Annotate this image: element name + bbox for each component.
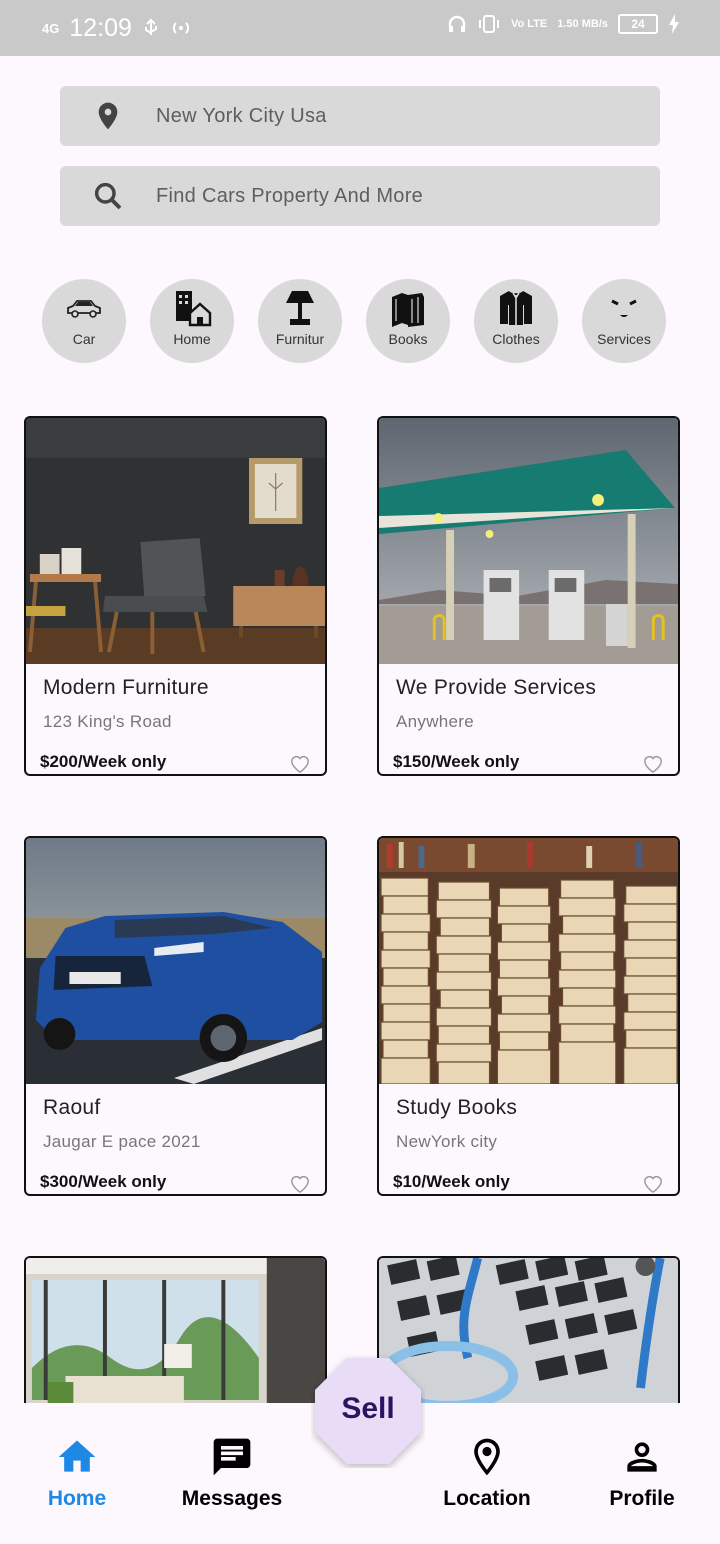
headphones-icon xyxy=(448,15,466,32)
heart-icon[interactable] xyxy=(642,1174,664,1194)
hotspot-icon xyxy=(172,22,189,34)
sell-button[interactable]: Sell xyxy=(311,1354,425,1468)
status-time: 12:09 xyxy=(69,14,132,42)
books-icon xyxy=(392,293,424,327)
listing-subtitle: 123 King's Road xyxy=(43,712,172,731)
category-label: Clothes xyxy=(492,331,540,347)
location-pin-icon xyxy=(98,102,118,130)
lamp-icon xyxy=(286,291,314,325)
location-field[interactable]: New York City Usa xyxy=(60,86,660,146)
listing-card[interactable]: Study Books NewYork city $10/Week only xyxy=(377,836,680,1196)
listing-card[interactable]: Raouf Jaugar E pace 2021 $300/Week only xyxy=(24,836,327,1196)
furniture-photo xyxy=(26,418,325,664)
listing-title: Modern Furniture xyxy=(43,676,209,699)
heart-icon[interactable] xyxy=(289,1174,311,1194)
charging-icon xyxy=(669,14,679,34)
category-furniture[interactable]: Furnitur xyxy=(258,279,342,363)
signal-indicator: 4G xyxy=(42,20,60,36)
category-label: Car xyxy=(72,331,96,347)
battery-indicator: 24 xyxy=(618,14,658,34)
heart-icon[interactable] xyxy=(289,754,311,774)
network-speed: 1.50 MB/s xyxy=(557,18,608,30)
books-stack-photo xyxy=(379,838,678,1084)
home-icon xyxy=(58,1440,96,1472)
sell-label: Sell xyxy=(341,1392,395,1425)
search-placeholder: Find Cars Property And More xyxy=(156,185,424,207)
nav-home[interactable]: Home xyxy=(7,1435,147,1511)
nav-profile[interactable]: Profile xyxy=(572,1435,712,1511)
network-type: Vo LTE xyxy=(510,18,548,30)
usb-icon xyxy=(144,18,157,35)
listing-title: We Provide Services xyxy=(396,676,597,699)
nav-label: Home xyxy=(47,1487,107,1510)
category-clothes[interactable]: Clothes xyxy=(474,279,558,363)
nav-label: Profile xyxy=(609,1487,675,1510)
heart-icon[interactable] xyxy=(642,754,664,774)
nav-label: Location xyxy=(443,1487,531,1510)
category-label: Furnitur xyxy=(275,331,325,347)
category-label: Home xyxy=(173,331,211,347)
search-icon xyxy=(94,182,122,210)
location-pin-icon xyxy=(474,1438,500,1476)
listing-title: Raouf xyxy=(43,1096,101,1119)
category-car[interactable]: Car xyxy=(42,279,126,363)
listing-price: $200/Week only xyxy=(40,752,167,771)
category-label: Books xyxy=(388,331,428,347)
listing-subtitle: NewYork city xyxy=(396,1132,498,1151)
status-bar: 4G 12:09 Vo LTE 1.50 MB/s 24 xyxy=(0,0,720,56)
vibrate-icon xyxy=(478,15,499,33)
listing-price: $10/Week only xyxy=(393,1172,510,1191)
listing-price: $300/Week only xyxy=(40,1172,167,1191)
category-books[interactable]: Books xyxy=(366,279,450,363)
nav-location[interactable]: Location xyxy=(417,1435,557,1511)
jacket-icon xyxy=(500,291,532,325)
category-label: Services xyxy=(597,331,651,347)
listing-card[interactable]: We Provide Services Anywhere $150/Week o… xyxy=(377,416,680,776)
services-icon xyxy=(611,299,637,317)
car-icon xyxy=(67,300,101,318)
listing-card[interactable]: Modern Furniture 123 King's Road $200/We… xyxy=(24,416,327,776)
search-input[interactable]: Find Cars Property And More xyxy=(60,166,660,226)
nav-label: Messages xyxy=(181,1487,283,1510)
blue-suv-photo xyxy=(26,838,325,1084)
location-value: New York City Usa xyxy=(156,105,327,127)
home-icon xyxy=(176,291,212,327)
message-icon xyxy=(213,1438,251,1476)
nav-messages[interactable]: Messages xyxy=(162,1435,302,1511)
listing-subtitle: Jaugar E pace 2021 xyxy=(43,1132,201,1151)
category-home[interactable]: Home xyxy=(150,279,234,363)
category-services[interactable]: Services xyxy=(582,279,666,363)
gas-station-photo xyxy=(379,418,678,664)
listing-price: $150/Week only xyxy=(393,752,520,771)
listing-title: Study Books xyxy=(396,1096,518,1119)
listing-subtitle: Anywhere xyxy=(396,712,474,731)
person-icon xyxy=(627,1442,657,1472)
